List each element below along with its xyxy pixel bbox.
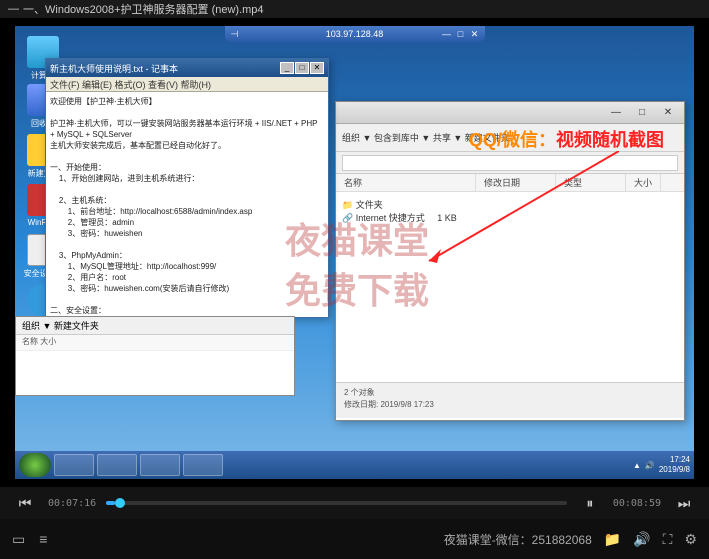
video-viewport: ⊣ 103.97.128.48 — □ ✕ 计算机 回收站 新建文... Win…	[0, 18, 709, 487]
tray-icon[interactable]: ▲	[633, 461, 641, 470]
video-title: 一、Windows2008+护卫神服务器配置 (new).mp4	[23, 1, 264, 17]
annotation-text: QQ/微信：视频随机截图	[469, 126, 664, 152]
close-icon[interactable]: ✕	[656, 105, 680, 121]
total-time: 00:08:59	[613, 498, 661, 509]
notepad-title: 新主机大师使用说明.txt - 记事本	[50, 62, 178, 75]
explorer-file-list[interactable]: 📁 文件夹 🔗 Internet 快捷方式 1 KB	[336, 192, 684, 382]
minimize-icon[interactable]: —	[441, 29, 453, 39]
notepad-window: 新主机大师使用说明.txt - 记事本 _ □ ✕ 文件(F) 编辑(E) 格式…	[45, 58, 329, 318]
current-time: 00:07:16	[48, 498, 96, 509]
small-explorer-toolbar[interactable]: 组织 ▼ 新建文件夹	[16, 317, 294, 335]
taskbar-item[interactable]	[183, 454, 223, 476]
explorer-titlebar[interactable]: — □ ✕	[336, 102, 684, 124]
system-tray[interactable]: ▲ 🔊 17:24 2019/9/8	[633, 455, 690, 475]
settings-icon[interactable]: ⚙	[684, 531, 697, 548]
collapse-icon[interactable]: —	[8, 3, 19, 15]
next-button[interactable]: ⏭	[671, 490, 697, 516]
minimize-icon[interactable]: _	[280, 62, 294, 74]
start-button[interactable]	[19, 453, 51, 477]
explorer-status-bar: 2 个对象 修改日期: 2019/9/8 17:23	[336, 382, 684, 418]
maximize-icon[interactable]: □	[630, 105, 654, 121]
list-item[interactable]: 🔗 Internet 快捷方式 1 KB	[342, 211, 678, 224]
prev-button[interactable]: ⏮	[12, 490, 38, 516]
playlist-icon[interactable]: ≡	[39, 531, 47, 548]
rdp-ip: 103.97.128.48	[326, 29, 384, 39]
progress-thumb[interactable]	[115, 498, 125, 508]
list-item[interactable]: 📁 文件夹	[342, 198, 678, 211]
notepad-menubar[interactable]: 文件(F) 编辑(E) 格式(O) 查看(V) 帮助(H)	[46, 77, 328, 92]
minimize-icon[interactable]: —	[604, 105, 628, 121]
open-file-icon[interactable]: 📁	[604, 531, 621, 548]
windows-taskbar: ▲ 🔊 17:24 2019/9/8	[15, 451, 694, 479]
pause-button[interactable]: ⏸	[577, 490, 603, 516]
fullscreen-icon[interactable]: ⛶	[663, 531, 673, 548]
small-explorer-columns[interactable]: 名称 大小	[16, 335, 294, 351]
explorer-address-bar	[336, 152, 684, 174]
progress-bar[interactable]	[106, 501, 567, 505]
window-mode-icon[interactable]: ▭	[12, 531, 25, 548]
pin-icon[interactable]: ⊣	[231, 29, 241, 39]
close-icon[interactable]: ✕	[310, 62, 324, 74]
taskbar-item[interactable]	[54, 454, 94, 476]
maximize-icon[interactable]: □	[455, 29, 467, 39]
maximize-icon[interactable]: □	[295, 62, 309, 74]
rdp-connection-bar[interactable]: ⊣ 103.97.128.48 — □ ✕	[225, 26, 485, 42]
player-bottom-bar: ▭ ≡ 夜猫课堂-微信：251882068 📁 🔊 ⛶ ⚙	[0, 519, 709, 559]
close-icon[interactable]: ✕	[469, 29, 481, 39]
taskbar-item[interactable]	[97, 454, 137, 476]
taskbar-clock[interactable]: 17:24 2019/9/8	[659, 455, 690, 475]
progress-fill	[106, 501, 115, 505]
taskbar-item[interactable]	[140, 454, 180, 476]
small-explorer-window: 组织 ▼ 新建文件夹 名称 大小	[15, 316, 295, 396]
notepad-titlebar[interactable]: 新主机大师使用说明.txt - 记事本 _ □ ✕	[46, 59, 328, 77]
notepad-content[interactable]: 欢迎使用【护卫神·主机大师】 护卫神·主机大师，可以一键安装网站服务器基本运行环…	[46, 92, 328, 317]
player-controls: ⏮ 00:07:16 ⏸ 00:08:59 ⏭	[0, 487, 709, 519]
address-input[interactable]	[342, 155, 678, 171]
volume-icon[interactable]: 🔊	[633, 531, 650, 548]
rdp-window-controls: — □ ✕	[441, 29, 481, 39]
player-titlebar: — 一、Windows2008+护卫神服务器配置 (new).mp4	[0, 0, 709, 18]
explorer-columns[interactable]: 名称 修改日期 类型 大小	[336, 174, 684, 192]
footer-text: 夜猫课堂-微信：251882068	[444, 531, 592, 548]
remote-desktop: ⊣ 103.97.128.48 — □ ✕ 计算机 回收站 新建文... Win…	[15, 26, 694, 479]
tray-icon[interactable]: 🔊	[645, 461, 655, 470]
